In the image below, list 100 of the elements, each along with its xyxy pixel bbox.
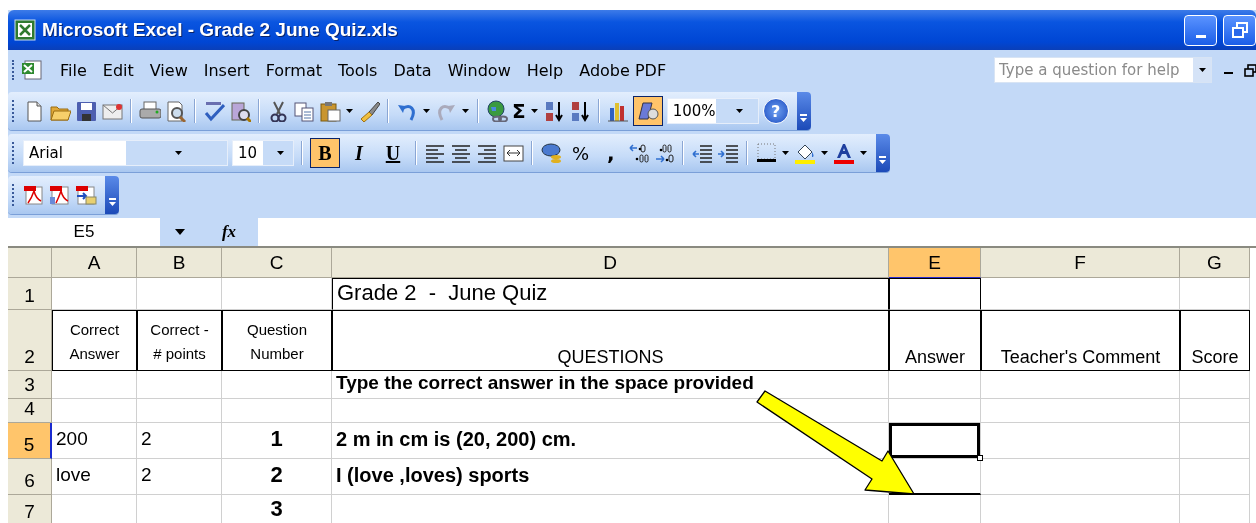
align-center-icon[interactable] [450, 142, 472, 164]
dropdown-caret-icon[interactable] [345, 106, 354, 116]
table-cell: 3 [222, 495, 332, 523]
table-cell: Answer [889, 310, 981, 371]
column-header[interactable]: A [52, 248, 137, 278]
toolbar-options-icon[interactable] [107, 198, 117, 208]
window-title: Microsoft Excel - Grade 2 June Quiz.xls [42, 19, 399, 41]
table-cell: 2 [222, 459, 332, 495]
row-header[interactable]: 5 [8, 423, 52, 459]
dropdown-caret-icon [174, 148, 184, 158]
row-header[interactable]: 1 [8, 278, 52, 310]
borders-icon[interactable] [754, 142, 777, 164]
increase-decimal-icon[interactable] [626, 142, 649, 164]
dropdown-caret-icon[interactable] [174, 227, 186, 237]
dropdown-caret-icon[interactable] [1197, 65, 1207, 75]
restore-icon [1231, 22, 1248, 38]
row-header[interactable]: 3 [8, 371, 52, 399]
table-cell: Grade 2 - June Quiz [332, 278, 889, 310]
align-left-icon[interactable] [424, 142, 446, 164]
bar-chart-icon[interactable] [606, 100, 629, 122]
underline-button[interactable]: U [378, 138, 408, 168]
toolbar-options-icon[interactable] [799, 114, 809, 124]
menu-item[interactable]: Adobe PDF [571, 57, 675, 83]
column-header[interactable]: E [889, 248, 981, 278]
table-cell: Score [1180, 310, 1250, 371]
pdf-document-icon[interactable] [23, 184, 45, 206]
insert-function-button[interactable]: fx [200, 218, 258, 246]
drawing-shapes-icon [636, 100, 659, 122]
row-header[interactable]: 6 [8, 459, 52, 495]
menu-item[interactable]: View [141, 57, 196, 83]
indent-icon[interactable] [716, 142, 739, 164]
page-magnifier-icon[interactable] [165, 100, 187, 122]
column-header[interactable]: F [981, 248, 1180, 278]
menu-item[interactable]: Edit [94, 57, 142, 83]
restore-icon[interactable] [1244, 63, 1256, 77]
table-cell: 200 [52, 423, 137, 459]
italic-button[interactable]: I [344, 138, 374, 168]
copy-icon[interactable] [293, 100, 315, 122]
book-magnifier-icon[interactable] [229, 100, 251, 122]
percent-style-button[interactable]: % [566, 142, 596, 164]
paintbrush-icon[interactable] [358, 100, 380, 122]
dropdown-caret-icon [276, 148, 285, 158]
menu-item[interactable]: Data [385, 57, 440, 83]
pdf-attachment-icon[interactable] [49, 184, 71, 206]
table-cell: 2 [137, 423, 222, 459]
restore-button[interactable] [1223, 14, 1256, 46]
toolbar-options-icon[interactable] [878, 156, 888, 166]
column-header[interactable]: C [222, 248, 332, 278]
check-mark-icon[interactable] [203, 100, 225, 122]
menu-item[interactable]: Help [518, 57, 572, 83]
bold-button[interactable]: B [310, 138, 340, 168]
help-search-field[interactable]: Type a question for help [994, 57, 1212, 83]
table-cell: 2 [137, 459, 222, 495]
dropdown-caret-icon[interactable] [858, 148, 868, 158]
outdent-icon[interactable] [690, 142, 713, 164]
minimize-icon [1195, 34, 1206, 38]
merge-center-icon[interactable] [502, 142, 524, 164]
minimize-button[interactable] [1184, 14, 1217, 46]
font-size-dropdown[interactable]: 10 [232, 140, 294, 166]
globe-chain-icon[interactable] [486, 100, 508, 122]
pdf-email-icon[interactable] [75, 184, 97, 206]
row-header[interactable]: 2 [8, 310, 52, 371]
menu-item[interactable]: Insert [195, 57, 258, 83]
menu-item[interactable]: Format [257, 57, 330, 83]
comma-style-button[interactable]: , [599, 141, 623, 165]
name-box[interactable]: E5 [8, 218, 160, 246]
dropdown-caret-icon[interactable] [461, 106, 470, 116]
fill-handle[interactable] [977, 455, 983, 461]
drawing-button[interactable] [632, 96, 663, 126]
workbook-icon[interactable] [20, 59, 42, 81]
table-cell: love [52, 459, 137, 495]
excel-logo-icon [14, 19, 36, 41]
paint-bucket-icon[interactable] [793, 142, 816, 164]
align-right-icon[interactable] [476, 142, 498, 164]
autosum-button[interactable]: Σ [512, 99, 526, 123]
zoom-dropdown[interactable]: 100% [666, 98, 759, 124]
column-header[interactable]: D [332, 248, 889, 278]
dropdown-caret-icon[interactable] [529, 106, 539, 116]
active-cell[interactable] [889, 423, 981, 459]
currency-icon[interactable] [540, 142, 562, 164]
dropdown-caret-icon[interactable] [422, 106, 431, 116]
printer-icon[interactable] [139, 100, 161, 122]
menu-item[interactable]: Tools [330, 57, 386, 83]
table-cell: Correct Answer [52, 310, 137, 371]
table-cell: Teacher's Comment [981, 310, 1180, 371]
dropdown-caret-icon[interactable] [780, 148, 790, 158]
column-header[interactable]: G [1180, 248, 1250, 278]
dropdown-caret-icon [734, 106, 744, 116]
menu-item[interactable]: Window [439, 57, 519, 83]
column-header[interactable]: B [137, 248, 222, 278]
table-cell: 1 [222, 423, 332, 459]
clipboard-icon[interactable] [319, 100, 341, 122]
table-cell: Question Number [222, 310, 332, 371]
font-color-icon[interactable] [832, 142, 855, 164]
dropdown-caret-icon[interactable] [819, 148, 829, 158]
menu-item[interactable]: File [52, 57, 95, 83]
font-name-dropdown[interactable]: Arial [23, 140, 228, 166]
row-header[interactable]: 4 [8, 399, 52, 423]
row-header[interactable]: 7 [8, 495, 52, 523]
formula-input-field[interactable] [258, 218, 1256, 246]
